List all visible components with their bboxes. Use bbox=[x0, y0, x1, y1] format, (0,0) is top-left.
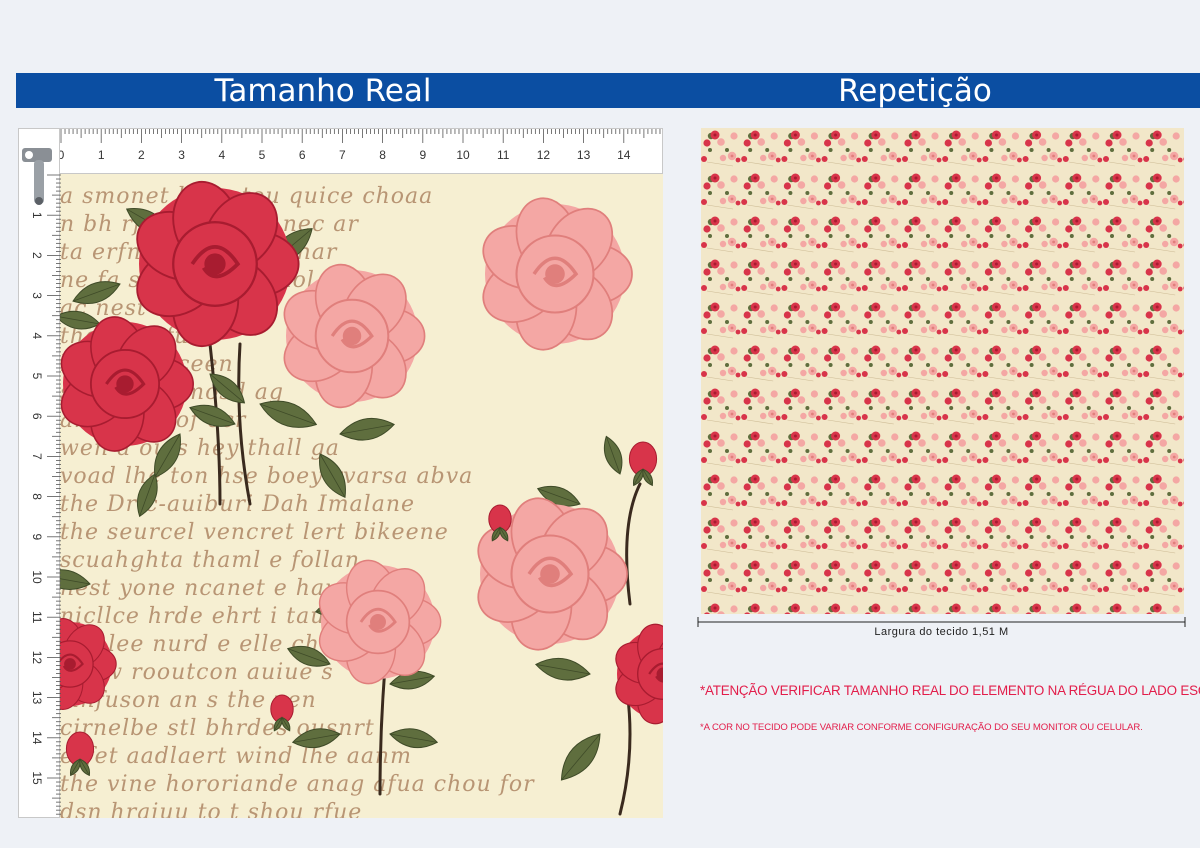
ruler-top-label: 7 bbox=[339, 148, 346, 162]
ruler-left: 1 2 3 4 5 6 7 8 9 10 11 12 13 14 15 bbox=[18, 128, 61, 818]
ruler-top-label: 5 bbox=[259, 148, 266, 162]
ruler-top: 0 1 2 3 4 5 6 7 8 9 10 11 12 13 14 bbox=[18, 128, 663, 174]
ruler-top-label: 1 bbox=[98, 148, 105, 162]
warning-real-size-notice: *ATENÇÃO VERIFICAR TAMANHO REAL DO ELEME… bbox=[700, 683, 1200, 698]
pattern-repeat-preview bbox=[701, 128, 1184, 614]
fabric-width-label: Largura do tecido 1,51 M bbox=[874, 626, 1009, 638]
warning-color-notice: *A COR NO TECIDO PODE VARIAR CONFORME CO… bbox=[700, 722, 1143, 733]
ruler-top-label: 6 bbox=[299, 148, 306, 162]
title-repeat: Repetição bbox=[838, 73, 992, 109]
ruler-left-label: 11 bbox=[30, 611, 44, 624]
ruler-top-label: 14 bbox=[617, 148, 631, 162]
ruler-top-label: 2 bbox=[138, 148, 145, 162]
ruler-left-label: 2 bbox=[30, 252, 44, 259]
ruler-left-label: 14 bbox=[30, 731, 44, 745]
ruler-left-label: 5 bbox=[30, 373, 44, 380]
pattern-real-size: a smonet lico stou quice choaan bh rf th… bbox=[60, 174, 663, 818]
ruler-clip-icon bbox=[22, 148, 52, 205]
ruler-left-label: 13 bbox=[30, 691, 44, 705]
ruler-left-label: 12 bbox=[30, 651, 44, 665]
ruler-top-label: 10 bbox=[456, 148, 470, 162]
ruler-top-label: 4 bbox=[218, 148, 225, 162]
ruler-top-label: 8 bbox=[379, 148, 386, 162]
title-real-size: Tamanho Real bbox=[214, 73, 432, 109]
header-bar: Tamanho Real Repetição bbox=[16, 73, 1200, 109]
ruler-left-label: 8 bbox=[30, 493, 44, 500]
ruler-left-label: 6 bbox=[30, 413, 44, 420]
ruler-top-label: 12 bbox=[537, 148, 551, 162]
ruler-left-label: 4 bbox=[30, 332, 44, 339]
ruler-left-label: 10 bbox=[30, 570, 44, 584]
ruler-left-label: 7 bbox=[30, 453, 44, 460]
ruler-top-label: 13 bbox=[577, 148, 591, 162]
ruler-top-label: 11 bbox=[497, 148, 510, 162]
ruler-top-label: 3 bbox=[178, 148, 185, 162]
ruler-top-label: 9 bbox=[419, 148, 426, 162]
ruler-left-label: 9 bbox=[30, 533, 44, 540]
ruler-left-label: 3 bbox=[30, 292, 44, 299]
rose-illustration bbox=[60, 180, 663, 816]
ruler-left-label: 15 bbox=[30, 771, 44, 785]
